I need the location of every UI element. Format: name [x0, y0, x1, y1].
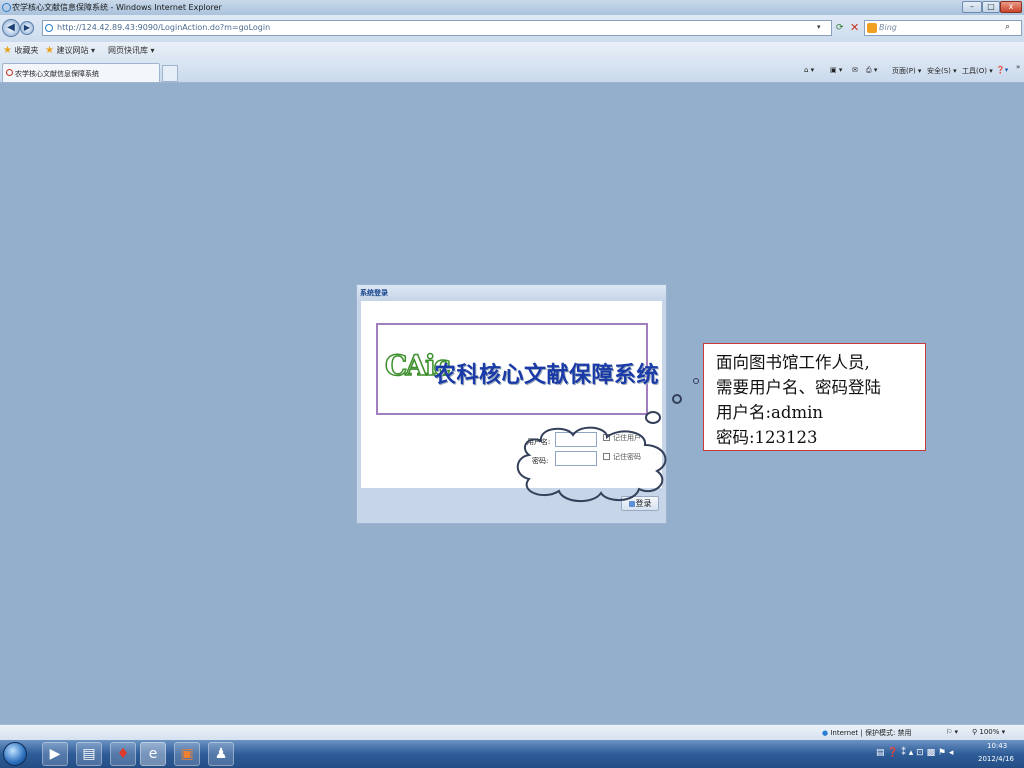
tab-login[interactable]: 农学核心文献信息保障系统 [2, 63, 160, 82]
favorites-button[interactable]: ★ 收藏夹 [3, 45, 39, 56]
forward-button[interactable]: ▶ [20, 21, 34, 35]
more-commands-icon[interactable]: » [1016, 63, 1020, 71]
callout-line-4: 密码:123123 [716, 428, 818, 447]
security-zone-label: Internet | 保护模式: 禁用 [830, 729, 912, 737]
login-panel-header: 系统登录 [357, 285, 666, 300]
window-title: 农学核心文献信息保障系统 - Windows Internet Explorer [12, 3, 222, 12]
close-button[interactable]: x [1000, 1, 1022, 13]
add-favorite-icon: ★ [45, 45, 54, 56]
ie-logo-icon [2, 3, 11, 12]
tab-label: 农学核心文献信息保障系统 [15, 70, 99, 78]
search-box[interactable]: Bing ⌕ [864, 20, 1022, 36]
maximize-button[interactable]: □ [982, 1, 1000, 13]
clock-date[interactable]: 2012/4/16 [978, 755, 1014, 763]
security-zone: ● Internet | 保护模式: 禁用 [822, 728, 912, 738]
star-icon: ★ [3, 45, 12, 56]
address-dropdown-icon[interactable]: ▾ [817, 23, 821, 31]
login-panel-title: 系统登录 [360, 289, 388, 297]
feeds-icon[interactable]: ▣ ▾ [830, 66, 842, 74]
address-bar[interactable]: http://124.42.89.43:9090/LoginAction.do?… [42, 20, 832, 36]
back-button[interactable]: ◀ [2, 19, 20, 37]
minimize-button[interactable]: – [962, 1, 982, 13]
instruction-callout: 面向图书馆工作人员, 需要用户名、密码登陆 用户名:admin 密码:12312… [703, 343, 926, 451]
internet-explorer-icon[interactable]: e [140, 742, 166, 766]
bing-icon [867, 23, 877, 33]
callout-bubble-large [645, 411, 661, 424]
home-icon[interactable]: ⌂ ▾ [804, 66, 814, 74]
qq-icon[interactable]: ♟ [208, 742, 234, 766]
web-slice-label: 网页快讯库 ▾ [108, 46, 155, 55]
tab-favicon-icon [6, 69, 13, 76]
stop-icon[interactable]: ✕ [850, 21, 859, 34]
web-slice-gallery-button[interactable]: 网页快讯库 ▾ [108, 45, 155, 56]
safety-menu[interactable]: 安全(S) ▾ [927, 66, 957, 76]
favorites-label: 收藏夹 [14, 46, 39, 55]
zoom-icon: ⚲ [972, 728, 978, 736]
file-explorer-icon[interactable]: ▤ [76, 742, 102, 766]
print-icon[interactable]: ⎙ ▾ [866, 66, 877, 75]
favorites-bar: ★ 收藏夹 ★ 建议网站 ▾ 网页快讯库 ▾ [0, 42, 1024, 61]
tools-menu[interactable]: 工具(O) ▾ [962, 66, 993, 76]
globe-icon: ● [822, 729, 829, 737]
suggested-sites-label: 建议网站 ▾ [56, 46, 96, 55]
address-url: http://124.42.89.43:9090/LoginAction.do?… [57, 23, 271, 32]
callout-bubble-small [693, 378, 699, 384]
protected-mode-icon[interactable]: ⚐ ▾ [946, 728, 958, 736]
zoom-level: 100% [979, 728, 1000, 736]
search-placeholder: Bing [879, 23, 897, 32]
address-toolbar: ◀ ▶ http://124.42.89.43:9090/LoginAction… [0, 15, 1024, 42]
media-player-icon[interactable]: ▶ [42, 742, 68, 766]
clock-time[interactable]: 10:43 [987, 742, 1007, 750]
logo-text: 农科核心文献保障系统 [434, 363, 660, 388]
page-menu[interactable]: 页面(P) ▾ [892, 66, 921, 76]
callout-line-2: 需要用户名、密码登陆 [716, 378, 881, 397]
help-icon[interactable]: ❓▾ [996, 66, 1008, 74]
zoom-control[interactable]: ⚲ 100% ▾ [972, 728, 1005, 736]
window-title-bar: 农学核心文献信息保障系统 - Windows Internet Explorer… [0, 0, 1024, 15]
logo-banner: CAic 农科核心文献保障系统 [376, 323, 659, 415]
office-icon[interactable]: ▣ [174, 742, 200, 766]
callout-bubble-medium [672, 394, 682, 404]
zoom-dropdown-icon: ▾ [1001, 728, 1006, 736]
system-tray-icons[interactable]: ▤ ❓ ⁑ ▴ ⊡ ▩ ⚑ ◂ [876, 748, 953, 758]
new-tab-button[interactable] [162, 65, 178, 82]
status-bar: ● Internet | 保护模式: 禁用 ⚐ ▾ ⚲ 100% ▾ [0, 724, 1024, 741]
search-icon[interactable]: ⌕ [1005, 22, 1010, 32]
callout-line-3: 用户名:admin [716, 403, 824, 422]
callout-line-1: 面向图书馆工作人员, [716, 353, 870, 372]
page-icon [45, 24, 53, 32]
taskbar: ▶ ▤ ♦ e ▣ ♟ ▤ ❓ ⁑ ▴ ⊡ ▩ ⚑ ◂ [0, 740, 1024, 768]
mail-icon[interactable]: ✉ [852, 66, 858, 74]
start-button[interactable] [3, 742, 27, 766]
suggested-sites-button[interactable]: ★ 建议网站 ▾ [45, 45, 95, 56]
cloud-annotation [516, 426, 667, 502]
app-icon[interactable]: ♦ [110, 742, 136, 766]
refresh-icon[interactable]: ⟳ [836, 23, 844, 33]
